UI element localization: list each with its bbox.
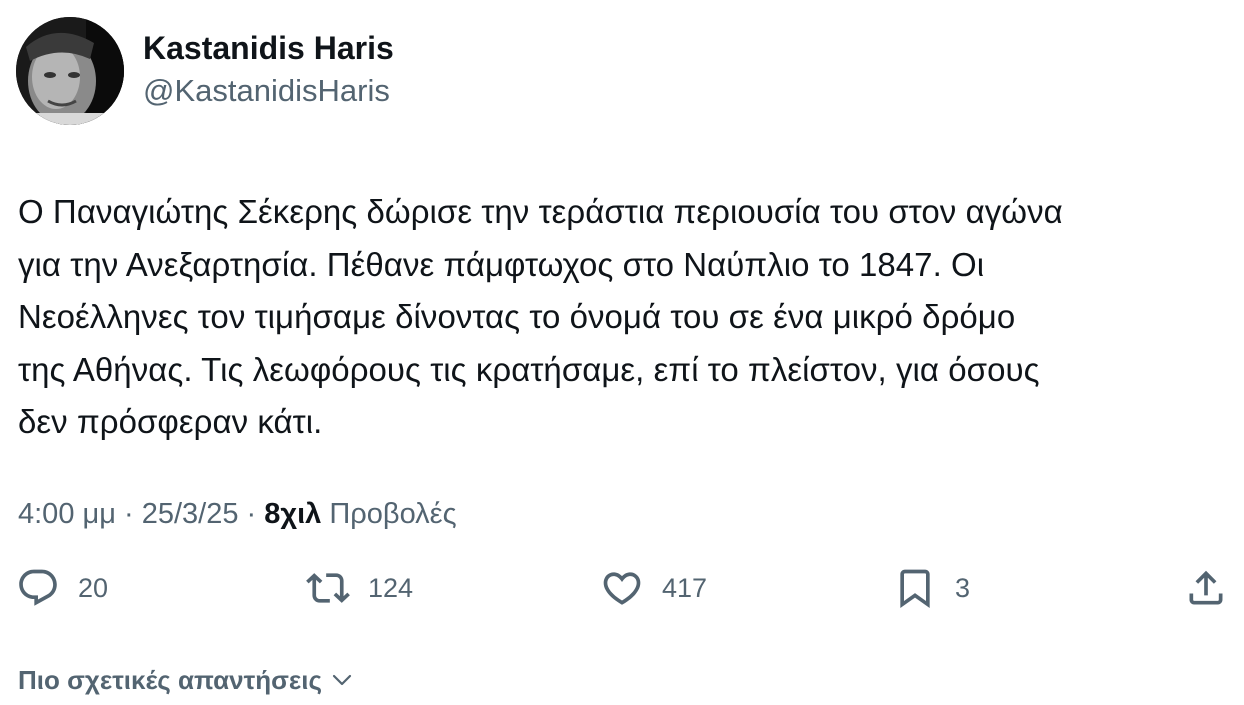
views-label: Προβολές (329, 498, 457, 530)
meta-separator: · (246, 498, 257, 530)
tweet-text-line: για την Ανεξαρτησία. Πέθανε πάμφτωχος στ… (18, 245, 985, 283)
tweet-text-line: δεν πρόσφεραν κάτι. (18, 403, 323, 440)
retweet-count: 124 (368, 572, 414, 603)
tweet-text-line: της Αθήνας. Τις λεωφόρους τις κρατήσαμε,… (18, 350, 1040, 388)
bookmark-count: 3 (955, 572, 971, 603)
reply-button[interactable]: 20 (16, 566, 108, 610)
tweet-date[interactable]: 25/3/25 (142, 498, 239, 530)
replies-sort-label: Πιο σχετικές απαντήσεις (18, 665, 322, 695)
tweet-text-line: Ο Παναγιώτης Σέκερης δώρισε την τεράστια… (18, 193, 1063, 230)
bookmark-icon (900, 569, 930, 609)
author-handle[interactable]: @KastanidisHaris (143, 71, 390, 111)
like-button[interactable]: 417 (600, 566, 707, 610)
retweet-icon (306, 573, 350, 603)
reply-icon (19, 569, 57, 606)
views-count: 8χιλ (264, 498, 322, 530)
share-button[interactable] (1184, 566, 1228, 610)
author-display-name[interactable]: Kastanidis Haris (143, 28, 394, 68)
replies-sort-dropdown[interactable]: Πιο σχετικές απαντήσεις (18, 662, 354, 698)
reply-count: 20 (78, 572, 109, 603)
share-icon (1189, 570, 1223, 605)
like-count: 417 (662, 572, 708, 603)
meta-separator: · (123, 498, 134, 530)
tweet-time[interactable]: 4:00 μμ (18, 498, 116, 530)
tweet-text-line: Νεοέλληνες τον τιμήσαμε δίνοντας το όνομ… (18, 298, 1016, 335)
tweet-text: Ο Παναγιώτης Σέκερης δώρισε την τεράστια… (18, 186, 1228, 449)
chevron-down-icon (330, 668, 354, 692)
tweet-meta: 4:00 μμ · 25/3/25 · 8χιλ Προβολές (18, 494, 457, 534)
heart-icon (603, 572, 641, 605)
profile-photo (16, 17, 124, 125)
avatar[interactable] (16, 17, 124, 125)
retweet-button[interactable]: 124 (306, 566, 413, 610)
bookmark-button[interactable]: 3 (893, 566, 970, 610)
